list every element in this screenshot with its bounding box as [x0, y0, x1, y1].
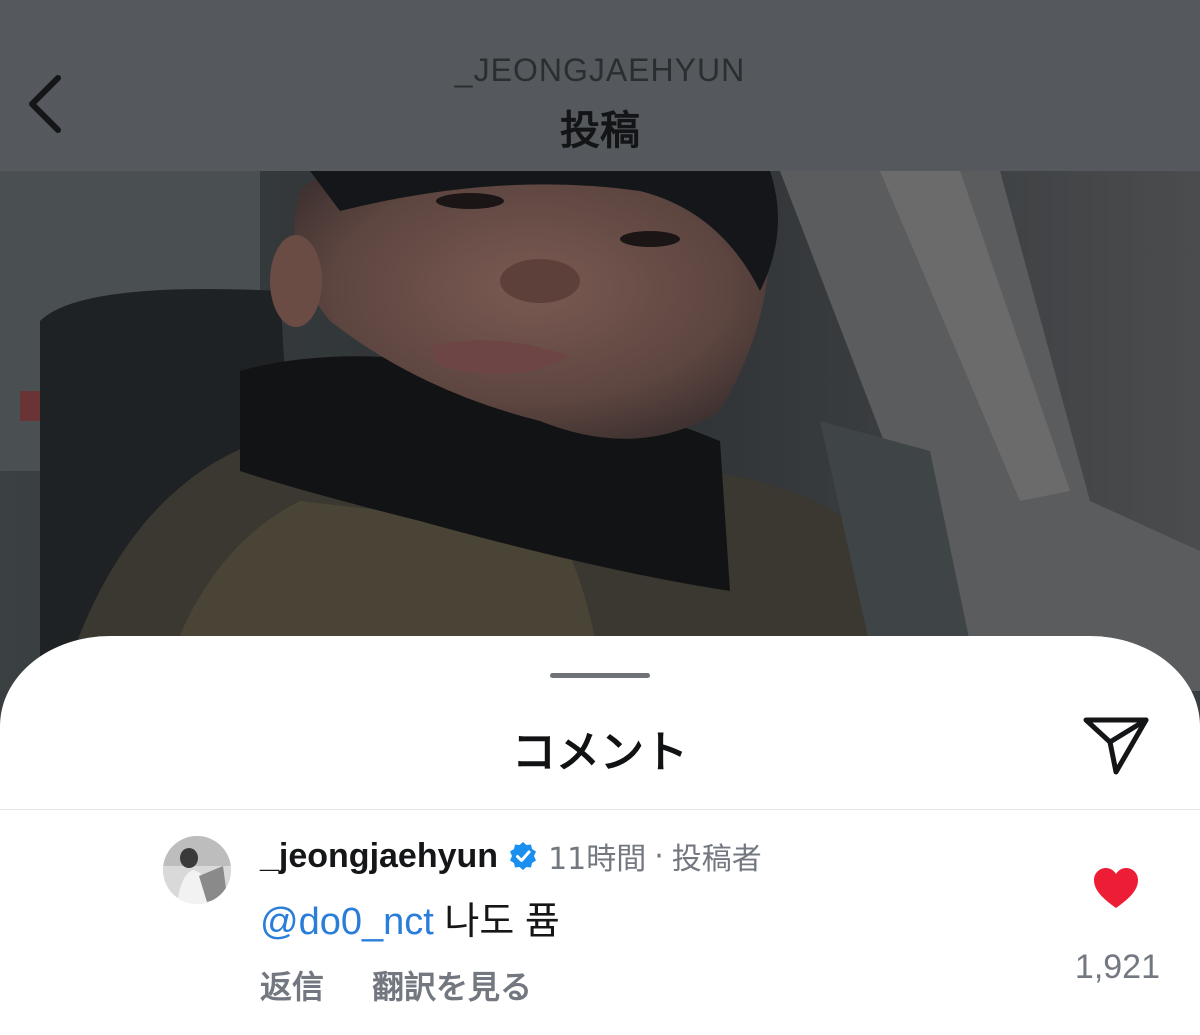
comment-message: 나도 퓸	[433, 901, 560, 943]
comment-text: @do0_nct 나도 퓸	[260, 890, 560, 945]
top-nav-bar: _JEONGJAEHYUN 投稿	[0, 0, 1200, 171]
author-tag: 投稿者	[671, 842, 762, 877]
comments-sheet: コメント _jeongjaehyun 11時間 · 投稿者 @do0_nct 나…	[0, 636, 1200, 1035]
comment-item: _jeongjaehyun 11時間 · 投稿者 @do0_nct 나도 퓸 返…	[0, 810, 1200, 1035]
comment-timestamp: 11時間	[548, 842, 647, 877]
comment-actions: 返信 翻訳を見る	[260, 962, 532, 1008]
reply-button[interactable]: 返信	[260, 962, 324, 1008]
comment-username[interactable]: _jeongjaehyun	[260, 837, 498, 876]
avatar[interactable]	[163, 836, 231, 904]
separator-dot: ·	[654, 838, 664, 874]
like-count: 1,921	[1074, 948, 1160, 986]
header-username: _JEONGJAEHYUN	[454, 52, 746, 88]
translate-button[interactable]: 翻訳を見る	[372, 962, 532, 1008]
mention-link[interactable]: @do0_nct	[260, 901, 434, 943]
post-photo	[0, 171, 1200, 691]
comment-meta: _jeongjaehyun 11時間 · 投稿者	[260, 836, 762, 878]
sheet-title: コメント	[512, 727, 688, 778]
sheet-grabber[interactable]	[550, 673, 650, 678]
share-button[interactable]	[1080, 712, 1152, 776]
like-button[interactable]	[1092, 866, 1140, 910]
verified-badge-icon	[510, 842, 537, 870]
post-comments-screen: _JEONGJAEHYUN 投稿 コメント _jeongjaehyun 11時間…	[0, 0, 1200, 1035]
heart-filled-icon	[1094, 868, 1138, 908]
paper-plane-icon	[1083, 717, 1149, 775]
page-title: 投稿	[560, 108, 640, 154]
